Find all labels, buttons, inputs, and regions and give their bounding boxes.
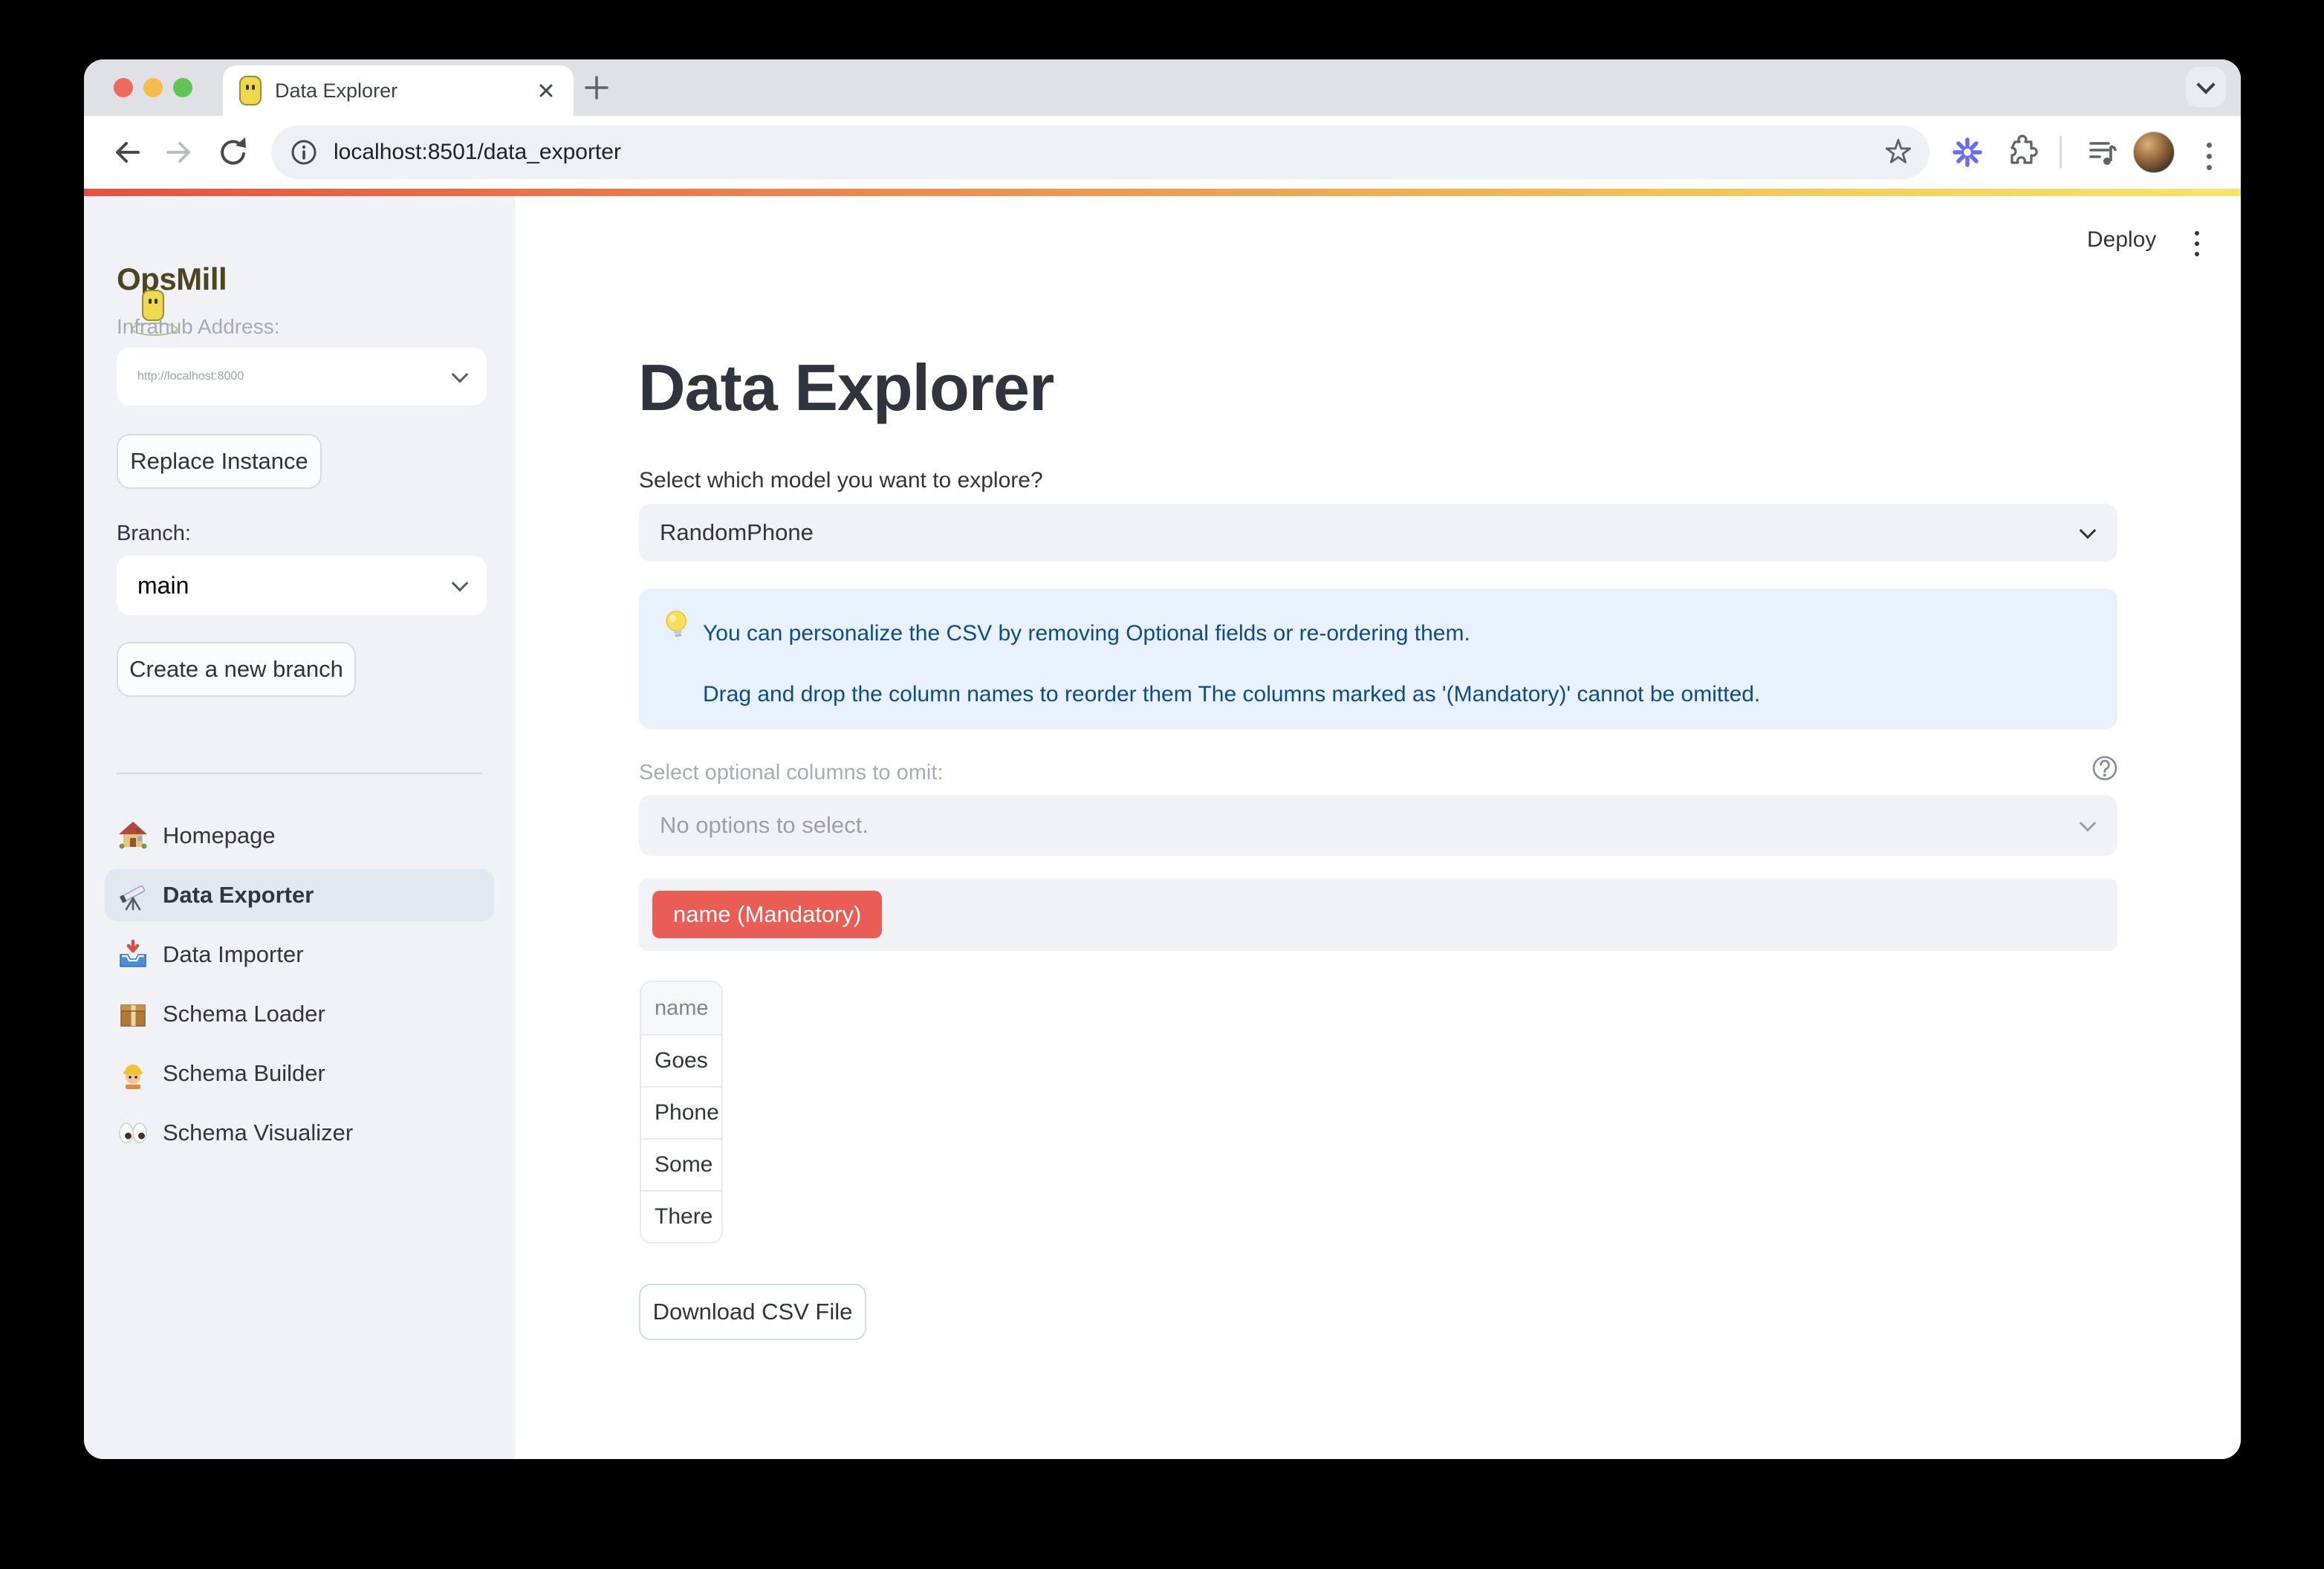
telescope-icon [117,879,149,912]
sidebar-item-data-importer[interactable]: Data Importer [105,929,494,981]
sidebar-item-schema-loader[interactable]: Schema Loader [105,988,494,1040]
sidebar: OpsMill Infrahub Address: http://localho… [84,196,515,1459]
info-line-1: You can personalize the CSV by removing … [703,621,1470,646]
browser-window: Data Explorer [84,59,2241,1459]
model-select-label: Select which model you want to explore? [639,468,1043,493]
browser-toolbar: localhost:8501/data_exporter [84,116,2241,189]
chevron-down-icon [2080,522,2097,539]
omit-columns-label: Select optional columns to omit: [639,761,943,785]
bookmark-star-icon[interactable] [1882,136,1915,169]
sidebar-item-data-exporter[interactable]: Data Exporter [105,869,494,921]
back-icon[interactable] [108,134,144,170]
chevron-down-icon [2080,815,2097,832]
favicon [239,76,262,105]
minimize-window-button[interactable] [143,78,163,97]
browser-tab[interactable]: Data Explorer [223,65,574,116]
omit-columns-multiselect[interactable]: No options to select. [639,795,2117,856]
opsmill-logo: OpsMill [117,262,227,297]
info-box: You can personalize the CSV by removing … [639,588,2117,730]
url-text[interactable]: localhost:8501/data_exporter [334,140,621,165]
forward-icon[interactable] [162,134,198,170]
sidebar-item-label: Data Importer [163,941,304,968]
create-branch-button[interactable]: Create a new branch [117,642,356,697]
sidebar-item-schema-builder[interactable]: Schema Builder [105,1047,494,1099]
column-order-container: name (Mandatory) [639,878,2117,951]
mandatory-column-pill[interactable]: name (Mandatory) [652,891,882,938]
branch-label: Branch: [117,522,191,546]
inbox-icon [117,938,149,971]
replace-instance-button[interactable]: Replace Instance [117,434,322,489]
sidebar-item-label: Schema Loader [163,1001,325,1027]
tab-close-icon[interactable] [535,79,557,102]
sidebar-item-label: Homepage [163,822,276,849]
model-select-value: RandomPhone [660,519,814,546]
app-menu-icon[interactable] [2182,229,2212,259]
table-row: Some [641,1138,721,1190]
model-select[interactable]: RandomPhone [639,504,2117,562]
media-controls-icon[interactable] [2085,134,2120,170]
sidebar-item-schema-visualizer[interactable]: Schema Visualizer [105,1107,494,1159]
eyes-icon [117,1117,149,1149]
toolbar-divider [2060,136,2062,169]
tab-search-button[interactable] [2186,67,2226,107]
reload-icon[interactable] [215,134,251,170]
url-bar[interactable]: localhost:8501/data_exporter [271,126,1929,179]
page-title: Data Explorer [638,355,1054,420]
sidebar-item-label: Schema Visualizer [163,1120,353,1146]
table-row: Phone [641,1086,721,1138]
chevron-down-icon [452,366,469,383]
deploy-button[interactable]: Deploy [2087,227,2156,253]
omit-columns-placeholder: No options to select. [660,812,869,839]
new-tab-icon[interactable] [580,71,613,104]
chrome-menu-icon[interactable] [2191,138,2227,174]
tab-strip: Data Explorer [84,59,2241,116]
zoom-window-button[interactable] [173,78,192,97]
sidebar-item-label: Data Exporter [163,882,314,909]
streamlit-decoration-bar [84,189,2241,196]
worker-icon [117,1057,149,1090]
bulb-icon [658,605,696,644]
sidebar-divider [117,773,482,774]
extension-asterisk-icon[interactable] [1950,134,1985,170]
close-window-button[interactable] [114,78,133,97]
info-line-2: Drag and drop the column names to reorde… [703,682,1760,707]
branch-select[interactable]: main [117,556,487,615]
tab-title: Data Explorer [275,79,397,103]
infrahub-address-value: http://localhost:8000 [137,370,244,383]
branch-value: main [137,572,189,600]
infrahub-address-label: Infrahub Address: [117,315,279,339]
house-icon [117,819,149,852]
preview-table: name Goes Phone Some There [640,981,723,1244]
sidebar-item-homepage[interactable]: Homepage [105,810,494,862]
site-info-icon[interactable] [289,137,319,167]
table-row: Goes [641,1034,721,1086]
infrahub-address-select[interactable]: http://localhost:8000 [117,348,487,406]
table-row: There [641,1190,721,1242]
avatar[interactable] [2133,131,2175,173]
extensions-puzzle-icon[interactable] [2003,134,2039,170]
chevron-down-icon [452,575,469,592]
download-csv-button[interactable]: Download CSV File [639,1284,866,1340]
chevron-down-icon [2196,75,2215,94]
main-content: Deploy Data Explorer Select which model … [515,196,2241,1459]
sidebar-item-label: Schema Builder [163,1060,325,1087]
help-icon[interactable] [2090,753,2120,783]
table-header-name: name [641,982,721,1034]
package-icon [117,998,149,1030]
